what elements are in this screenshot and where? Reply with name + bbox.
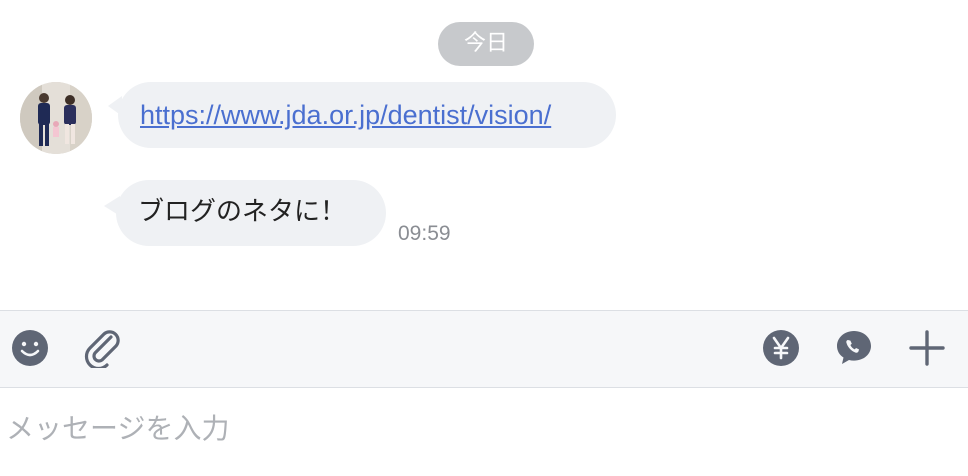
message-toolbar [0,310,968,388]
smiley-icon[interactable] [10,328,50,368]
chat-phone-icon[interactable] [834,328,874,368]
date-separator: 今日 [438,22,534,66]
message-link[interactable]: https://www.jda.or.jp/dentist/vision/ [140,100,551,130]
message-timestamp: 09:59 [398,222,451,245]
chat-area: 今日 https://www.jda.or.jp/dentist/vision/… [0,0,968,310]
plus-icon[interactable] [907,328,947,368]
yen-icon[interactable] [761,328,801,368]
message-input-area [0,388,968,476]
avatar-photo-icon [20,82,92,154]
message-input[interactable] [0,388,968,468]
text-message-bubble[interactable]: ブログのネタに！ [116,180,386,246]
paperclip-icon[interactable] [82,328,122,371]
avatar[interactable] [20,82,92,154]
link-message-bubble[interactable]: https://www.jda.or.jp/dentist/vision/ [118,82,616,148]
